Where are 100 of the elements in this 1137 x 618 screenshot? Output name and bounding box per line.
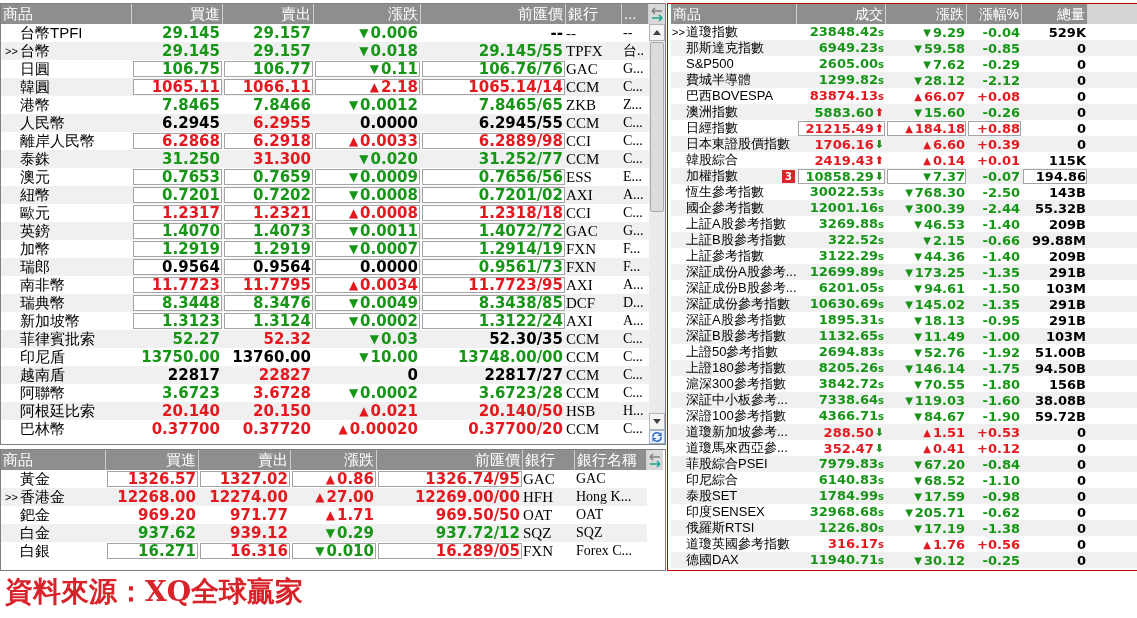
bank-name: C... <box>623 204 643 222</box>
index-name: 深証成份參考指數 <box>686 296 790 312</box>
product-name: 台幣TPFI <box>20 24 83 42</box>
table-row[interactable]: 那斯達克指數 6949.23s ▼59.58 -0.85 0 <box>671 40 1137 56</box>
previous-rate: 20.140/50 <box>477 403 564 419</box>
table-row[interactable]: 深証成份A股參考... 12699.89s ▼173.25 -1.35 291B <box>671 264 1137 280</box>
down-caret-icon <box>653 419 661 424</box>
table-row[interactable]: 上證180參考指數 8205.26s ▼146.14 -1.75 94.50B <box>671 360 1137 376</box>
price-change: 173.25 <box>914 265 965 279</box>
last-price: 2694.83s <box>818 345 884 359</box>
product-name: 紐幣 <box>20 186 50 204</box>
product-name: 瑞典幣 <box>20 294 65 312</box>
table-row[interactable]: 菲律賓批索 52.27 52.32 ▼0.03 52.30/35 CCM C... <box>1 330 649 348</box>
last-price: 10858.29 <box>805 169 874 183</box>
index-name: 泰股SET <box>686 488 738 504</box>
table-row[interactable]: 日本東證股價指數 1706.16⬇ ▲6.60 +0.39 0 <box>671 136 1137 152</box>
triangle-icon: ▼ <box>348 170 359 184</box>
ask-price: 0.7202 <box>224 187 313 203</box>
triangle-icon: ▲ <box>905 121 913 135</box>
table-row[interactable]: 阿根廷比索 20.140 20.150 ▲0.021 20.140/50 HSB H... <box>1 402 649 420</box>
triangle-icon: ▼ <box>914 281 922 295</box>
price-change: 15.60 <box>923 105 965 119</box>
bank-name: C... <box>623 348 643 366</box>
ask-price: 0.9564 <box>224 259 313 275</box>
product-name: 印尼盾 <box>20 348 65 366</box>
bid-price: 7.8465 <box>161 97 221 113</box>
ask-price: 12274.00 <box>208 489 289 505</box>
scrollbar-thumb[interactable] <box>650 42 664 212</box>
index-name: S&P500 <box>686 56 734 72</box>
table-row[interactable]: 泰股SET 1784.99s ▼17.59 -0.98 0 <box>671 488 1137 504</box>
table-row[interactable]: 越南盾 22817 22827 0 22817/27 CCM C... <box>1 366 649 384</box>
refresh-icon[interactable] <box>649 430 665 444</box>
bid-price: 106.75 <box>133 61 222 77</box>
previous-rate: 8.3438/85 <box>422 295 565 311</box>
row-marker: >> <box>672 25 686 40</box>
bank-code: AXI <box>566 312 593 330</box>
product-name: 越南盾 <box>20 366 65 384</box>
table-row[interactable]: >>香港金 12268.00 12274.00 ▲27.00 12269.00/00 HFH Hong K... <box>1 488 647 506</box>
index-name: 上証B股參考指數 <box>686 232 786 248</box>
price-change: 28.12 <box>923 73 965 87</box>
price-change: 0.03 <box>381 332 419 346</box>
table-row[interactable]: 瑞郎 0.9564 0.9564 0.0000 0.9561/73 FXN F... <box>1 258 649 276</box>
total-volume: 0 <box>1075 504 1087 520</box>
total-volume: 0 <box>1075 104 1087 120</box>
table-row[interactable]: 國企參考指數 12001.16s ▼300.39 -2.44 55.32B <box>671 200 1137 216</box>
table-row[interactable]: 人民幣 6.2945 6.2955 0.0000 6.2945/55 CCM C... <box>1 114 649 132</box>
table-row[interactable]: >>台幣 29.145 29.157 ▼0.018 29.145/55 TPFX 台.. <box>1 42 649 60</box>
previous-rate: 29.145/55 <box>477 43 564 59</box>
product-name: 台幣 <box>20 42 50 60</box>
table-row[interactable]: 澳洲指數 5883.60⬆ ▼15.60 -0.26 0 <box>671 104 1137 120</box>
previous-rate: 969.50/50 <box>434 507 521 523</box>
swap-arrows-icon[interactable] <box>647 450 663 470</box>
scroll-up-button[interactable] <box>649 24 665 41</box>
bid-price: 1.4070 <box>133 223 222 239</box>
table-row[interactable]: 俄羅斯RTSI 1226.80s ▼17.19 -1.38 0 <box>671 520 1137 536</box>
last-price: 8205.26s <box>818 361 884 375</box>
last-price: 30022.53s <box>809 185 884 199</box>
ask-price: 16.316 <box>200 543 290 559</box>
total-volume: 0 <box>1075 440 1087 456</box>
vertical-scrollbar[interactable] <box>649 24 665 430</box>
table-row[interactable]: 深証B股參考指數 1132.65s ▼11.49 -1.00 103M <box>671 328 1137 344</box>
table-row[interactable]: 費城半導體 1299.82s ▼28.12 -2.12 0 <box>671 72 1137 88</box>
bank-name: G... <box>623 222 644 240</box>
table-row[interactable]: 道瓊新加坡參考... 288.50⬇ ▲1.51 +0.53 0 <box>671 424 1137 440</box>
ask-price: 0.37720 <box>241 421 312 437</box>
table-row[interactable]: 深証成份參考指數 10630.69s ▼145.02 -1.35 291B <box>671 296 1137 312</box>
product-name: 阿根廷比索 <box>20 402 95 420</box>
table-row[interactable]: 加權指數 3 10858.29⬇ ▼7.37 -0.07 194.86 <box>671 168 1137 184</box>
product-name: 泰銖 <box>20 150 50 168</box>
table-row[interactable]: 韓圓 1065.11 1066.11 ▲2.18 1065.14/14 CCM C... <box>1 78 649 96</box>
bid-price: 0.9564 <box>133 259 222 275</box>
last-price: 11940.71s <box>809 553 884 567</box>
percent-change: -1.80 <box>981 376 1021 392</box>
table-row[interactable]: 菲股綜合PSEI 7979.83s ▼67.20 -0.84 0 <box>671 456 1137 472</box>
price-change: 0.0049 <box>360 296 419 310</box>
table-row[interactable]: 英鎊 1.4070 1.4073 ▼0.0011 1.4072/72 GAC G... <box>1 222 649 240</box>
index-name: 德國DAX <box>686 552 739 568</box>
price-change: 0.41 <box>932 441 965 455</box>
price-change: 66.07 <box>923 89 965 103</box>
product-name: 港幣 <box>20 96 50 114</box>
table-row[interactable]: 上証B股參考指數 322.52s ▼2.15 -0.66 99.88M <box>671 232 1137 248</box>
percent-change: -1.75 <box>981 360 1021 376</box>
table-row[interactable]: 瑞典幣 8.3448 8.3476 ▼0.0049 8.3438/85 DCF D... <box>1 294 649 312</box>
bank-name: A... <box>623 312 644 330</box>
triangle-icon: ▼ <box>923 233 931 247</box>
bid-price: 22817 <box>166 367 221 383</box>
price-change: 145.02 <box>914 297 965 311</box>
previous-rate: 52.30/35 <box>488 331 564 347</box>
table-row[interactable]: 泰銖 31.250 31.300 ▼0.020 31.252/77 CCM C... <box>1 150 649 168</box>
last-price: 83874.13s <box>809 89 884 103</box>
scroll-down-button[interactable] <box>649 413 665 430</box>
table-row[interactable]: 德國DAX 11940.71s ▼30.12 -0.25 0 <box>671 552 1137 568</box>
triangle-icon: ▼ <box>914 345 922 359</box>
bank-name: C... <box>623 330 643 348</box>
table-row[interactable]: 深証中小板參考... 7338.64s ▼119.03 -1.60 38.08B <box>671 392 1137 408</box>
table-row[interactable]: 紐幣 0.7201 0.7202 ▼0.0008 0.7201/02 AXI A... <box>1 186 649 204</box>
table-row[interactable]: 白金 937.62 939.12 ▼0.29 937.72/12 SQZ SQZ <box>1 524 647 542</box>
bank-name: C... <box>623 150 643 168</box>
percent-change: -1.38 <box>981 520 1021 536</box>
ask-price: 7.8466 <box>252 97 312 113</box>
